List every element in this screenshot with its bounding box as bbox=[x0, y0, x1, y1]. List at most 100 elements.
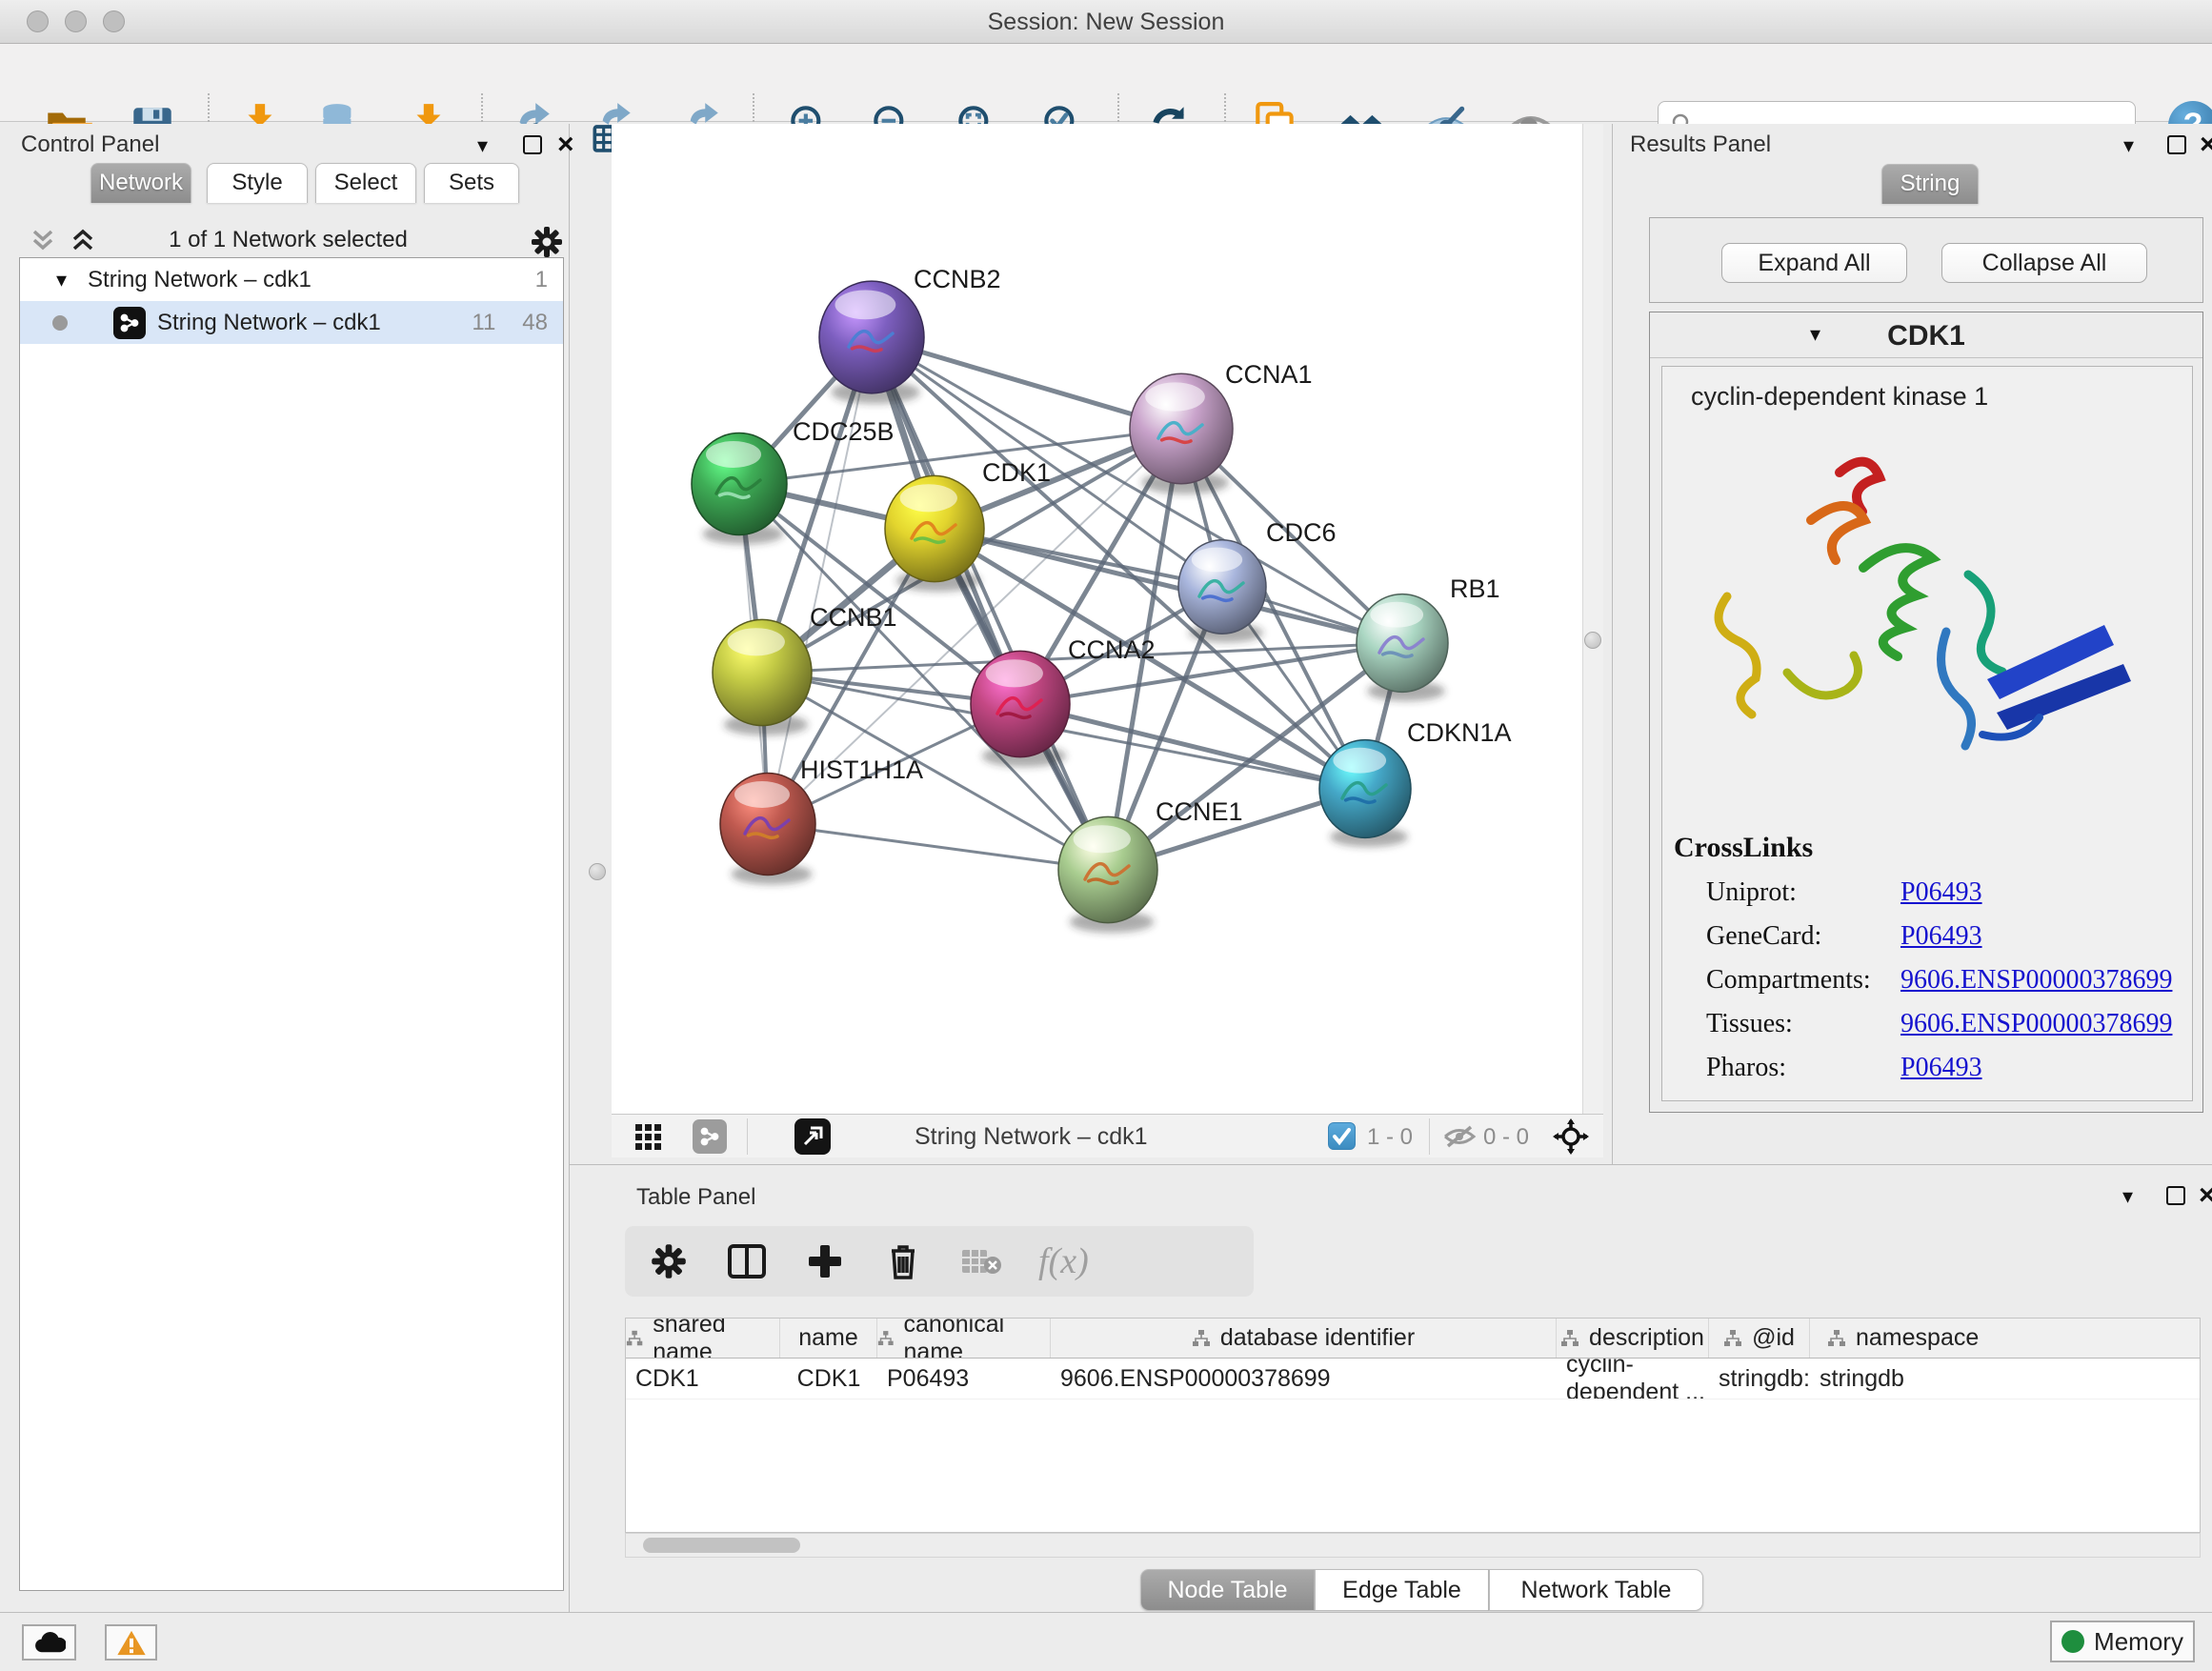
panel-menu-icon[interactable]: ▾ bbox=[477, 133, 488, 158]
network-row-selected[interactable]: String Network – cdk1 11 48 bbox=[20, 301, 563, 344]
tab-select[interactable]: Select bbox=[315, 163, 416, 203]
network-node[interactable]: CDKN1A bbox=[1319, 718, 1512, 847]
scrollbar-handle[interactable] bbox=[643, 1538, 800, 1553]
string-network-icon bbox=[113, 307, 146, 339]
node-table[interactable]: shared name name canonical name database… bbox=[625, 1318, 2201, 1533]
table-options-gear-icon[interactable] bbox=[648, 1240, 690, 1282]
table-panel-title: Table Panel bbox=[636, 1184, 755, 1211]
network-node-label: CCNA2 bbox=[1068, 635, 1156, 664]
add-column-icon[interactable] bbox=[804, 1240, 846, 1282]
table-header: shared name name canonical name database… bbox=[626, 1319, 2200, 1359]
collection-caret-icon[interactable]: ▾ bbox=[56, 268, 67, 292]
left-splitter-handle[interactable] bbox=[589, 863, 606, 880]
right-splitter-handle[interactable] bbox=[1584, 632, 1601, 649]
tab-sets[interactable]: Sets bbox=[424, 163, 519, 203]
cell-name[interactable]: CDK1 bbox=[780, 1359, 877, 1399]
network-view-title: String Network – cdk1 bbox=[915, 1123, 1148, 1151]
birdseye-view-icon[interactable] bbox=[794, 1118, 831, 1155]
gene-details: cyclin-dependent kinase 1 CrossLinks Uni… bbox=[1661, 366, 2193, 1101]
network-status-dot-icon bbox=[52, 315, 68, 331]
column-header[interactable]: namespace bbox=[1810, 1319, 2201, 1358]
network-node[interactable]: CCNA1 bbox=[1130, 360, 1313, 494]
crosslink-row: GeneCard:P06493 bbox=[1681, 921, 2172, 952]
tab-network-table[interactable]: Network Table bbox=[1489, 1569, 1703, 1611]
network-node[interactable]: CCNB2 bbox=[819, 265, 1001, 404]
tab-style[interactable]: Style bbox=[207, 163, 308, 203]
expand-all-button[interactable]: Expand All bbox=[1721, 243, 1907, 283]
tab-network[interactable]: Network bbox=[90, 163, 191, 203]
crosslink-link[interactable]: P06493 bbox=[1900, 1053, 1982, 1083]
network-node[interactable]: CCNB1 bbox=[713, 603, 897, 735]
column-header[interactable]: name bbox=[780, 1319, 877, 1358]
cell-shared-name[interactable]: CDK1 bbox=[626, 1359, 780, 1399]
panel-menu-icon[interactable]: ▾ bbox=[2122, 1184, 2133, 1209]
network-node[interactable]: RB1 bbox=[1357, 574, 1500, 701]
crosslink-row: Pharos:P06493 bbox=[1681, 1053, 2172, 1083]
column-header[interactable]: @id bbox=[1709, 1319, 1810, 1358]
crosslink-link[interactable]: P06493 bbox=[1900, 921, 1982, 952]
control-panel-title: Control Panel bbox=[21, 131, 159, 158]
collapse-all-button[interactable]: Collapse All bbox=[1941, 243, 2147, 283]
warnings-button[interactable] bbox=[105, 1624, 157, 1661]
pan-crosshair-icon[interactable] bbox=[1553, 1118, 1589, 1155]
close-panel-icon[interactable]: × bbox=[557, 135, 574, 154]
network-edge[interactable] bbox=[872, 337, 1108, 870]
status-bar: Memory bbox=[0, 1612, 2212, 1671]
table-horizontal-scrollbar[interactable] bbox=[625, 1533, 2201, 1558]
float-panel-icon[interactable] bbox=[2166, 1186, 2185, 1205]
crosslink-link[interactable]: 9606.ENSP00000378699 bbox=[1900, 965, 2172, 996]
network-node-label: HIST1H1A bbox=[800, 755, 923, 784]
grid-view-icon[interactable] bbox=[634, 1123, 663, 1152]
show-columns-icon[interactable] bbox=[726, 1240, 768, 1282]
crosslink-link[interactable]: P06493 bbox=[1900, 877, 1982, 908]
column-type-icon bbox=[1827, 1329, 1846, 1348]
canvas-vertical-scrollbar[interactable] bbox=[1582, 124, 1603, 1114]
network-collection-row[interactable]: ▾ String Network – cdk1 1 bbox=[20, 258, 563, 301]
panel-menu-icon[interactable]: ▾ bbox=[2123, 133, 2134, 158]
table-panel: Table Panel ▾ × f(x) shared name name ca… bbox=[570, 1164, 2212, 1612]
crosslink-row: Compartments:9606.ENSP00000378699 bbox=[1681, 965, 2172, 996]
network-node-label: CDC6 bbox=[1266, 518, 1337, 547]
delete-column-icon[interactable] bbox=[882, 1240, 924, 1282]
toolbar-separator bbox=[747, 1118, 748, 1155]
cell-namespace[interactable]: stringdb bbox=[1810, 1359, 2201, 1399]
column-header[interactable]: shared name bbox=[626, 1319, 780, 1358]
cell-id[interactable]: stringdb:9... bbox=[1709, 1359, 1810, 1399]
network-node[interactable]: CDC6 bbox=[1178, 518, 1337, 642]
network-share-icon[interactable] bbox=[693, 1119, 727, 1154]
gene-description: cyclin-dependent kinase 1 bbox=[1691, 382, 1988, 412]
network-label: String Network – cdk1 bbox=[157, 310, 381, 336]
network-edge[interactable] bbox=[768, 824, 1108, 870]
table-tabs: Node Table Edge Table Network Table bbox=[570, 1569, 2212, 1613]
tab-string[interactable]: String bbox=[1881, 164, 1979, 204]
cell-description[interactable]: cyclin-dependent ... bbox=[1557, 1359, 1709, 1399]
column-header[interactable]: canonical name bbox=[877, 1319, 1051, 1358]
column-header[interactable]: database identifier bbox=[1051, 1319, 1557, 1358]
selected-checkbox-icon[interactable] bbox=[1328, 1122, 1356, 1150]
hidden-eye-icon bbox=[1442, 1122, 1477, 1151]
warning-icon bbox=[116, 1629, 147, 1657]
network-options-gear-icon[interactable] bbox=[530, 225, 564, 259]
table-toolbar: f(x) bbox=[625, 1226, 1254, 1297]
crosslink-link[interactable]: 9606.ENSP00000378699 bbox=[1900, 1009, 2172, 1039]
column-header[interactable]: description bbox=[1557, 1319, 1709, 1358]
memory-button[interactable]: Memory bbox=[2050, 1621, 2195, 1662]
network-node[interactable]: HIST1H1A bbox=[720, 755, 923, 885]
float-panel-icon[interactable] bbox=[2167, 135, 2186, 154]
tab-edge-table[interactable]: Edge Table bbox=[1315, 1569, 1489, 1611]
gene-symbol: CDK1 bbox=[1650, 320, 2202, 352]
cloud-button[interactable] bbox=[22, 1624, 76, 1661]
network-canvas[interactable]: CCNB2CCNA1CDC25BCDK1CDC6RB1CCNB1CCNA2CDK… bbox=[612, 124, 1582, 1114]
float-panel-icon[interactable] bbox=[523, 135, 542, 154]
gene-section-header[interactable]: ▾ CDK1 bbox=[1650, 312, 2202, 358]
main-toolbar: ? bbox=[0, 44, 2212, 122]
tab-node-table[interactable]: Node Table bbox=[1140, 1569, 1315, 1611]
cell-database-identifier[interactable]: 9606.ENSP00000378699 bbox=[1051, 1359, 1557, 1399]
network-selection-bar: 1 of 1 Network selected bbox=[8, 219, 569, 261]
table-row[interactable]: CDK1 CDK1 P06493 9606.ENSP00000378699 cy… bbox=[626, 1359, 2200, 1399]
close-panel-icon[interactable]: × bbox=[2200, 135, 2212, 154]
cell-canonical-name[interactable]: P06493 bbox=[877, 1359, 1051, 1399]
delete-table-icon bbox=[960, 1240, 1002, 1282]
close-panel-icon[interactable]: × bbox=[2199, 1186, 2212, 1205]
network-edge[interactable] bbox=[768, 337, 872, 824]
